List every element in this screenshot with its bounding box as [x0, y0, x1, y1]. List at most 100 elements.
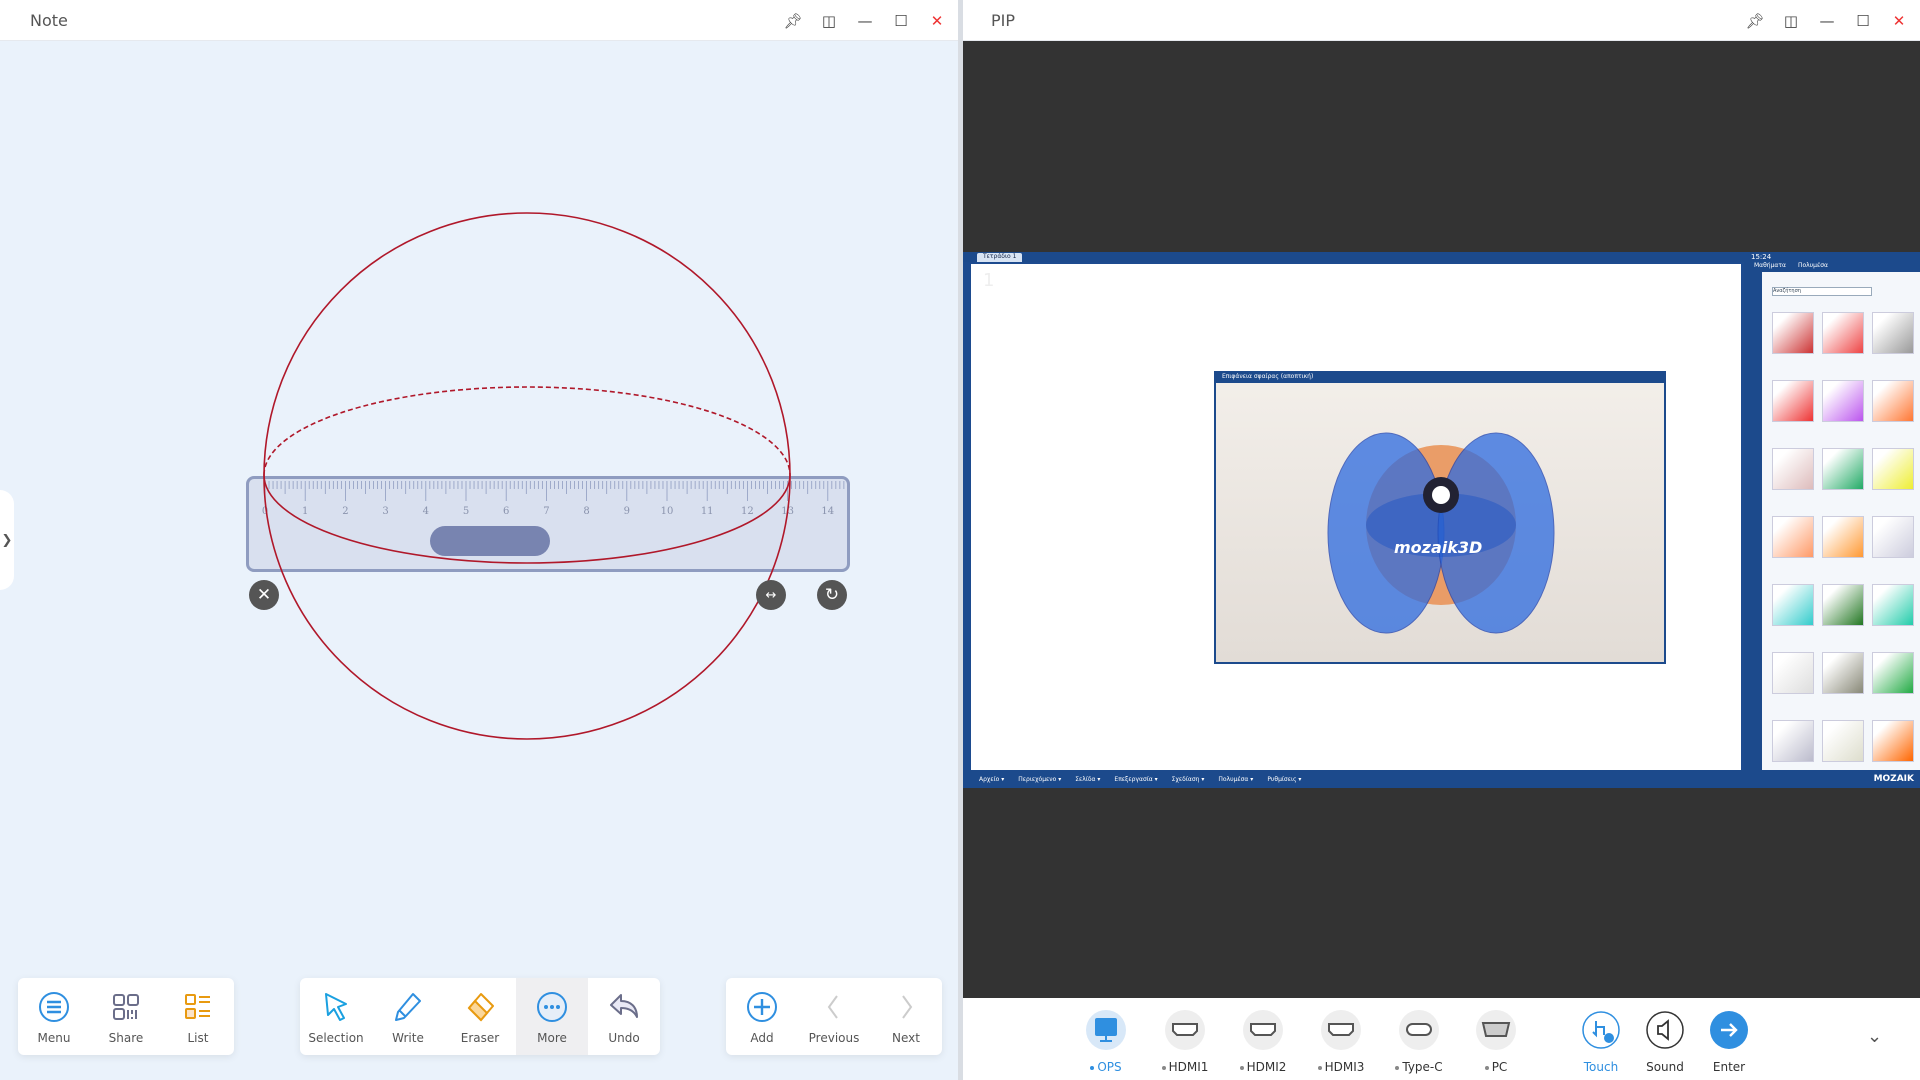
ruler-label: 13: [781, 506, 794, 517]
tool-share-button[interactable]: Share: [90, 978, 162, 1055]
note-window: Note 📌︎ ◫ — ☐ ✕ ❯ 0 1 2 3 4 5 6 7 8 9 10 11 12 13 14 ✕…: [0, 0, 958, 1080]
library-thumbnail[interactable]: [1772, 448, 1814, 490]
side-tab-media[interactable]: Πολυμέσα: [1798, 262, 1828, 272]
chevron-down-icon[interactable]: ⌄: [1867, 1026, 1882, 1047]
pin-icon[interactable]: 📌︎: [1744, 10, 1766, 32]
ruler-ticks: [264, 481, 845, 501]
status-dot: [1239, 1065, 1244, 1070]
source-enter-button[interactable]: Enter: [1697, 1010, 1761, 1074]
pip-title: PIP: [991, 10, 1016, 30]
mozaik-menu-item[interactable]: Αρχείο ▾: [979, 776, 1004, 783]
toolbar-center: Selection Write Eraser More Undo: [300, 978, 660, 1055]
tool-eraser-button[interactable]: Eraser: [444, 978, 516, 1055]
library-thumbnail[interactable]: [1822, 380, 1864, 422]
source-sound-button[interactable]: Sound: [1633, 1010, 1697, 1074]
library-thumbnail[interactable]: [1822, 720, 1864, 762]
source-label: HDMI3: [1324, 1060, 1365, 1074]
ruler-tool[interactable]: 0 1 2 3 4 5 6 7 8 9 10 11 12 13 14: [246, 476, 850, 572]
library-thumbnail[interactable]: [1772, 720, 1814, 762]
ruler-label: 11: [700, 506, 714, 517]
tool-list-button[interactable]: List: [162, 978, 234, 1055]
tool-write-button[interactable]: Write: [372, 978, 444, 1055]
library-thumbnail[interactable]: [1772, 516, 1814, 558]
split-view-icon[interactable]: ◫: [1780, 10, 1802, 32]
tool-add-button[interactable]: Add: [726, 978, 798, 1055]
tool-more-button[interactable]: More: [516, 978, 588, 1055]
mozaik-search-input[interactable]: Αναζήτηση: [1772, 287, 1872, 296]
ruler-label: 8: [583, 506, 590, 517]
maximize-icon[interactable]: ☐: [1852, 10, 1874, 32]
tool-selection-button[interactable]: Selection: [300, 978, 372, 1055]
library-thumbnail[interactable]: [1822, 448, 1864, 490]
library-thumbnail[interactable]: [1772, 652, 1814, 694]
ruler-resize-button[interactable]: ↔: [756, 580, 786, 610]
mozaik-menu-item[interactable]: Περιεχόμενο ▾: [1018, 776, 1061, 783]
mozaik-menu-item[interactable]: Επεξεργασία ▾: [1114, 776, 1157, 783]
ruler-drag-handle[interactable]: [430, 526, 550, 556]
mozaik-menu-item[interactable]: Ρυθμίσεις ▾: [1267, 776, 1301, 783]
source-type-c-button[interactable]: Type-C: [1387, 1010, 1451, 1074]
chevron-right-icon: [902, 995, 913, 1019]
source-hdmi3-button[interactable]: HDMI3: [1309, 1010, 1373, 1074]
source-hdmi1-button[interactable]: HDMI1: [1153, 1010, 1217, 1074]
ruler-label: 9: [623, 506, 630, 517]
tool-label: Add: [750, 1031, 774, 1045]
cursor-icon: [325, 993, 347, 1021]
touch-icon: [1582, 1011, 1620, 1049]
side-tab-lessons[interactable]: Μαθήματα: [1754, 262, 1786, 272]
status-dot: [1317, 1065, 1322, 1070]
tool-label: Selection: [308, 1031, 364, 1045]
source-hdmi2-button[interactable]: HDMI2: [1231, 1010, 1295, 1074]
status-dot: [1090, 1065, 1095, 1070]
qr-share-icon: [113, 994, 139, 1020]
library-thumbnail[interactable]: [1872, 584, 1914, 626]
ruler-rotate-button[interactable]: ↻: [817, 580, 847, 610]
library-thumbnail[interactable]: [1822, 652, 1864, 694]
minimize-icon[interactable]: —: [1816, 10, 1838, 32]
mozaik-page-number: 1: [983, 270, 995, 291]
library-thumbnail[interactable]: [1872, 720, 1914, 762]
library-thumbnail[interactable]: [1872, 380, 1914, 422]
ruler-close-button[interactable]: ✕: [249, 580, 279, 610]
source-touch-button[interactable]: Touch: [1569, 1010, 1633, 1074]
pip-video-feed[interactable]: Τετράδιο 1 15:24 1 Επιφάνεια σφαίρας (απ…: [963, 252, 1920, 788]
tool-next-button[interactable]: Next: [870, 978, 942, 1055]
hdmi-icon: [1250, 1023, 1276, 1036]
toolbar-right: Add Previous Next: [726, 978, 942, 1055]
library-thumbnail[interactable]: [1822, 516, 1864, 558]
source-label: Enter: [1712, 1060, 1746, 1074]
library-thumbnail[interactable]: [1822, 312, 1864, 354]
status-dot: [1395, 1065, 1400, 1070]
sphere-3d-model: [1327, 432, 1555, 634]
tool-label: Menu: [37, 1031, 71, 1045]
tool-previous-button[interactable]: Previous: [798, 978, 870, 1055]
mozaik-tab[interactable]: Τετράδιο 1: [977, 253, 1023, 262]
library-thumbnail[interactable]: [1872, 516, 1914, 558]
source-pc-button[interactable]: PC: [1464, 1010, 1528, 1074]
library-thumbnail[interactable]: [1772, 380, 1814, 422]
ellipse-dashed-half: [263, 386, 791, 476]
speaker-icon: [1646, 1011, 1684, 1049]
library-thumbnail[interactable]: [1872, 652, 1914, 694]
close-icon[interactable]: ✕: [1888, 10, 1910, 32]
library-thumbnail[interactable]: [1772, 584, 1814, 626]
library-thumbnail[interactable]: [1872, 312, 1914, 354]
mozaik-clock: 15:24: [1751, 253, 1772, 261]
tool-menu-button[interactable]: Menu: [18, 978, 90, 1055]
tool-label: Share: [108, 1031, 144, 1045]
ruler-label: 0: [261, 506, 269, 517]
library-thumbnail[interactable]: [1772, 312, 1814, 354]
mozaik-menu-item[interactable]: Σελίδα ▾: [1075, 776, 1100, 783]
tool-undo-button[interactable]: Undo: [588, 978, 660, 1055]
library-thumbnail[interactable]: [1872, 448, 1914, 490]
source-label: OPS: [1097, 1060, 1122, 1074]
usb-c-icon: [1406, 1023, 1432, 1036]
tool-label: Write: [392, 1031, 424, 1045]
pip-title-bar: PIP 📌︎ ◫ — ☐ ✕: [963, 0, 1920, 41]
tool-label: Undo: [608, 1031, 640, 1045]
mozaik-menu-item[interactable]: Σχεδίαση ▾: [1172, 776, 1205, 783]
mozaik-3d-window[interactable]: Επιφάνεια σφαίρας (αποπτική) mozaik3D: [1214, 371, 1666, 664]
library-thumbnail[interactable]: [1822, 584, 1864, 626]
mozaik-menu-item[interactable]: Πολυμέσα ▾: [1218, 776, 1253, 783]
source-ops-button[interactable]: OPS: [1074, 1010, 1138, 1074]
